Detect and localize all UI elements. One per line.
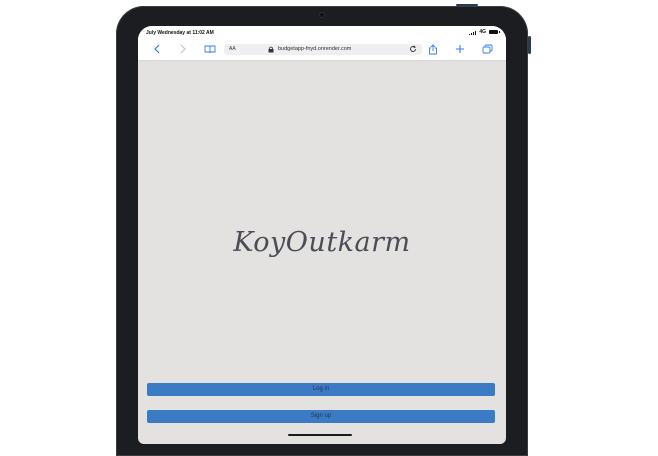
- login-button[interactable]: Log in: [147, 383, 495, 396]
- device-screen: July Wednesday at 11:02 AM 4G AA budgeta…: [138, 26, 506, 444]
- address-bar[interactable]: AA budgetapp-fnyd.onrender.com: [224, 44, 422, 55]
- bookmarks-icon[interactable]: [203, 42, 217, 56]
- front-camera: [320, 13, 324, 17]
- signup-button[interactable]: Sign up: [147, 410, 495, 423]
- web-page: KoyOutkarm Log in Sign up: [138, 61, 506, 444]
- status-bar: July Wednesday at 11:02 AM 4G: [138, 26, 506, 40]
- url-text[interactable]: budgetapp-fnyd.onrender.com: [278, 46, 351, 52]
- tabs-icon[interactable]: [480, 42, 494, 56]
- status-indicators: 4G: [469, 29, 500, 35]
- forward-icon[interactable]: [176, 42, 190, 56]
- network-type: 4G: [479, 29, 486, 35]
- status-time: July Wednesday at 11:02 AM: [146, 30, 214, 36]
- back-icon[interactable]: [150, 42, 164, 56]
- share-icon[interactable]: [426, 42, 440, 56]
- app-logo: KoyOutkarm: [233, 227, 411, 258]
- lock-icon: [268, 46, 274, 55]
- signal-icon: [469, 30, 477, 35]
- volume-button: [528, 36, 531, 54]
- browser-toolbar: AA budgetapp-fnyd.onrender.com: [138, 40, 506, 61]
- ipad-frame: July Wednesday at 11:02 AM 4G AA budgeta…: [116, 4, 531, 456]
- new-tab-icon[interactable]: [453, 42, 467, 56]
- power-button: [456, 4, 478, 6]
- battery-icon: [489, 30, 500, 34]
- text-size-button[interactable]: AA: [229, 46, 236, 52]
- reload-icon[interactable]: [409, 45, 417, 55]
- home-indicator: [288, 434, 352, 436]
